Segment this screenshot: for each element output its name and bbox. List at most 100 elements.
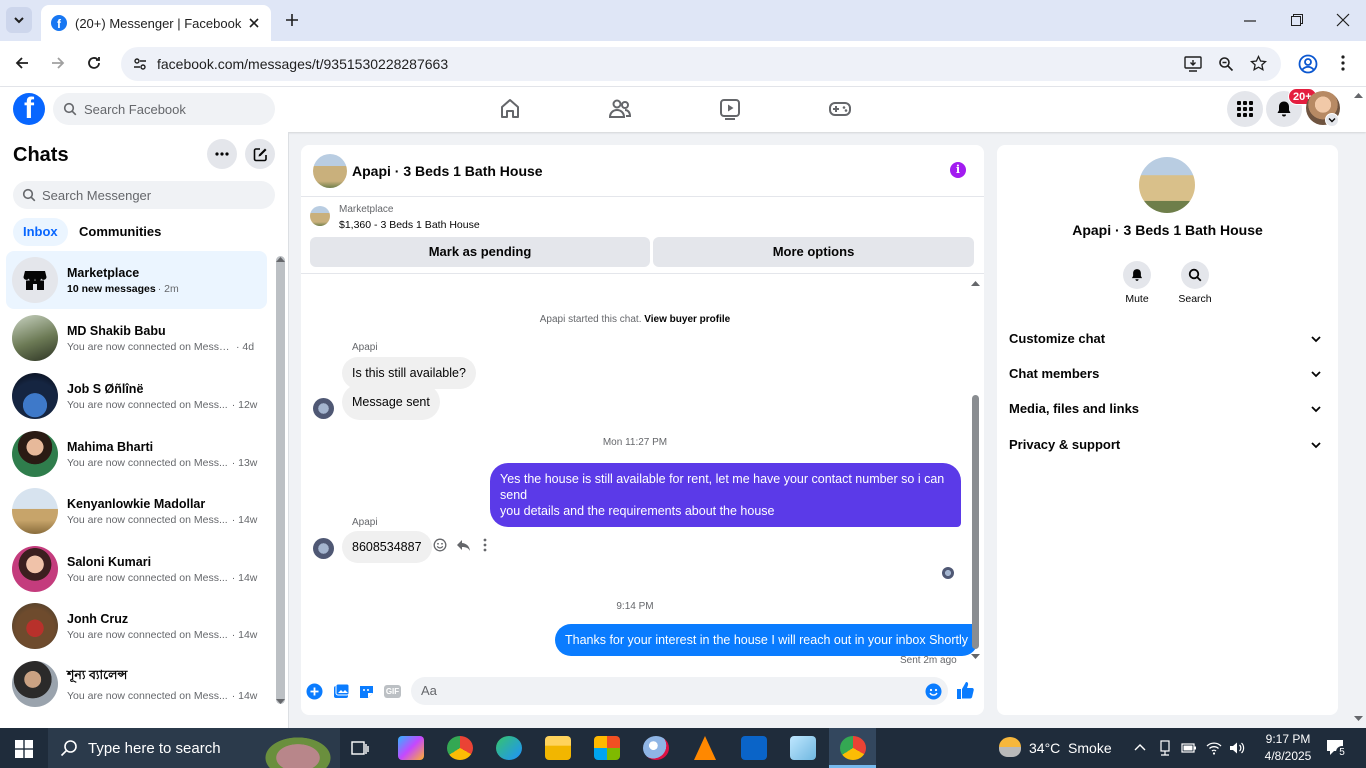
- copilot-icon[interactable]: [398, 736, 424, 760]
- message-scrollbar[interactable]: [972, 395, 979, 649]
- mark-as-pending-button[interactable]: Mark as pending: [310, 237, 650, 267]
- volume-icon[interactable]: [1229, 740, 1245, 756]
- emoji-icon[interactable]: [925, 683, 942, 700]
- notepad-icon[interactable]: [790, 736, 816, 760]
- facebook-search-input[interactable]: Search Facebook: [53, 93, 275, 125]
- new-message-button[interactable]: [245, 139, 275, 169]
- message-bubble-incoming[interactable]: 8608534887: [342, 531, 432, 563]
- reload-icon[interactable]: [86, 55, 102, 71]
- chat-list-scrollbar[interactable]: [276, 256, 285, 704]
- messenger-search-input[interactable]: Search Messenger: [13, 181, 275, 209]
- chrome-icon[interactable]: [447, 736, 473, 760]
- menu-button[interactable]: [1227, 91, 1263, 127]
- conversation-avatar[interactable]: [313, 154, 347, 188]
- image-icon[interactable]: [333, 683, 350, 700]
- home-icon[interactable]: [496, 95, 524, 123]
- address-bar[interactable]: facebook.com/messages/t/9351530228287663: [121, 47, 1281, 81]
- paint-icon[interactable]: [643, 736, 669, 760]
- forward-arrow-icon[interactable]: [50, 55, 66, 71]
- file-explorer-icon[interactable]: [545, 736, 571, 760]
- scroll-down-arrow-icon[interactable]: [971, 654, 980, 660]
- tab-inbox[interactable]: Inbox: [13, 218, 68, 246]
- section-chat-members[interactable]: Chat members: [1009, 356, 1327, 391]
- close-tab-icon[interactable]: [247, 16, 261, 30]
- tab-communities[interactable]: Communities: [69, 218, 171, 246]
- microsoft-store-icon[interactable]: [594, 736, 620, 760]
- facebook-logo-icon[interactable]: f: [13, 93, 45, 125]
- task-view-icon[interactable]: [350, 739, 370, 757]
- chrome-active-icon[interactable]: [840, 736, 866, 760]
- windows-start-icon[interactable]: [15, 740, 33, 758]
- more-options-button[interactable]: More options: [653, 237, 974, 267]
- message-bubble-outgoing[interactable]: Yes the house is still available for ren…: [490, 463, 961, 527]
- device-icon[interactable]: [1158, 740, 1172, 756]
- vlc-icon[interactable]: [694, 736, 716, 760]
- friends-icon[interactable]: [606, 95, 634, 123]
- plus-circle-icon[interactable]: [306, 683, 323, 700]
- section-customize-chat[interactable]: Customize chat: [1009, 321, 1327, 356]
- listing-thumbnail[interactable]: [310, 206, 330, 226]
- tab-list-button[interactable]: [6, 7, 32, 33]
- bookmark-star-icon[interactable]: [1250, 55, 1267, 72]
- chat-item[interactable]: Job S Øñlînë You are now connected on Mes…: [6, 367, 267, 425]
- reply-icon[interactable]: [456, 538, 471, 552]
- minimize-icon[interactable]: [1243, 14, 1257, 28]
- search-conversation-button[interactable]: [1181, 261, 1209, 289]
- message-bubble-incoming[interactable]: Message sent: [342, 384, 440, 420]
- mute-button[interactable]: [1123, 261, 1151, 289]
- scroll-up-arrow-icon[interactable]: [971, 280, 980, 286]
- details-avatar[interactable]: [1139, 157, 1195, 213]
- site-settings-icon[interactable]: [133, 57, 147, 71]
- chat-item[interactable]: Mahima Bharti You are now connected on Me…: [6, 425, 267, 483]
- chat-item-marketplace[interactable]: Marketplace 10 new messages · 2m: [6, 251, 267, 309]
- clock-date[interactable]: 4/8/2025: [1256, 749, 1320, 763]
- chat-item[interactable]: Saloni Kumari You are now connected on Me…: [6, 540, 267, 598]
- back-arrow-icon[interactable]: [14, 55, 30, 71]
- browser-tab[interactable]: f (20+) Messenger | Facebook: [41, 5, 271, 41]
- page-scroll-up-icon[interactable]: [1354, 92, 1363, 98]
- conversation-title[interactable]: Apapi · 3 Beds 1 Bath House: [352, 163, 543, 179]
- scroll-down-arrow-icon[interactable]: [276, 699, 285, 705]
- message-composer-input[interactable]: Aa: [411, 677, 948, 705]
- install-app-icon[interactable]: [1184, 56, 1202, 72]
- seen-avatar: [942, 567, 954, 579]
- thumbs-up-icon[interactable]: [956, 681, 975, 700]
- chevron-up-icon[interactable]: [1134, 742, 1146, 752]
- chat-item[interactable]: Kenyanlowkie Madollar You are now connect…: [6, 482, 267, 540]
- view-buyer-profile-link[interactable]: View buyer profile: [644, 314, 730, 325]
- listing-detail[interactable]: $1,360 - 3 Beds 1 Bath House: [339, 219, 480, 231]
- mail-icon[interactable]: [741, 736, 767, 760]
- browser-menu-icon[interactable]: [1341, 55, 1345, 71]
- more-vertical-icon[interactable]: [483, 538, 487, 552]
- new-tab-icon[interactable]: [284, 12, 300, 28]
- watch-video-icon[interactable]: [716, 95, 744, 123]
- section-media-files-links[interactable]: Media, files and links: [1009, 391, 1327, 426]
- wifi-icon[interactable]: [1206, 740, 1222, 756]
- info-button[interactable]: i: [950, 162, 966, 178]
- react-emoji-icon[interactable]: [433, 538, 447, 552]
- gif-icon[interactable]: GIF: [384, 685, 401, 698]
- sticker-icon[interactable]: [358, 683, 375, 700]
- weather-icon[interactable]: [999, 737, 1021, 757]
- zoom-icon[interactable]: [1218, 56, 1234, 72]
- scroll-up-arrow-icon[interactable]: [276, 256, 285, 262]
- chat-item[interactable]: Jonh Cruz You are now connected on Mess..…: [6, 597, 267, 655]
- taskbar-search-box[interactable]: Type here to search: [48, 728, 340, 768]
- clock-time[interactable]: 9:17 PM: [1256, 732, 1320, 746]
- gaming-icon[interactable]: [826, 95, 854, 123]
- chat-options-button[interactable]: [207, 139, 237, 169]
- chat-item[interactable]: MD Shakib Babu You are now connected on M…: [6, 309, 267, 367]
- edge-icon[interactable]: [496, 736, 522, 760]
- restore-icon[interactable]: [1290, 13, 1304, 27]
- section-privacy-support[interactable]: Privacy & support: [1009, 427, 1327, 462]
- account-chevron[interactable]: [1325, 113, 1339, 127]
- message-bubble-outgoing[interactable]: Thanks for your interest in the house I …: [555, 624, 978, 656]
- battery-icon[interactable]: [1181, 741, 1197, 755]
- weather-text[interactable]: 34°C Smoke: [1029, 740, 1112, 756]
- close-window-icon[interactable]: [1336, 13, 1350, 27]
- page-scroll-down-icon[interactable]: [1354, 716, 1363, 722]
- chat-item-name: MD Shakib Babu: [67, 323, 166, 338]
- chat-item[interactable]: শূন্য ব্যালেন্স You are now connected on …: [6, 655, 267, 713]
- profile-icon[interactable]: [1298, 54, 1318, 74]
- chevron-down-icon: [14, 17, 24, 24]
